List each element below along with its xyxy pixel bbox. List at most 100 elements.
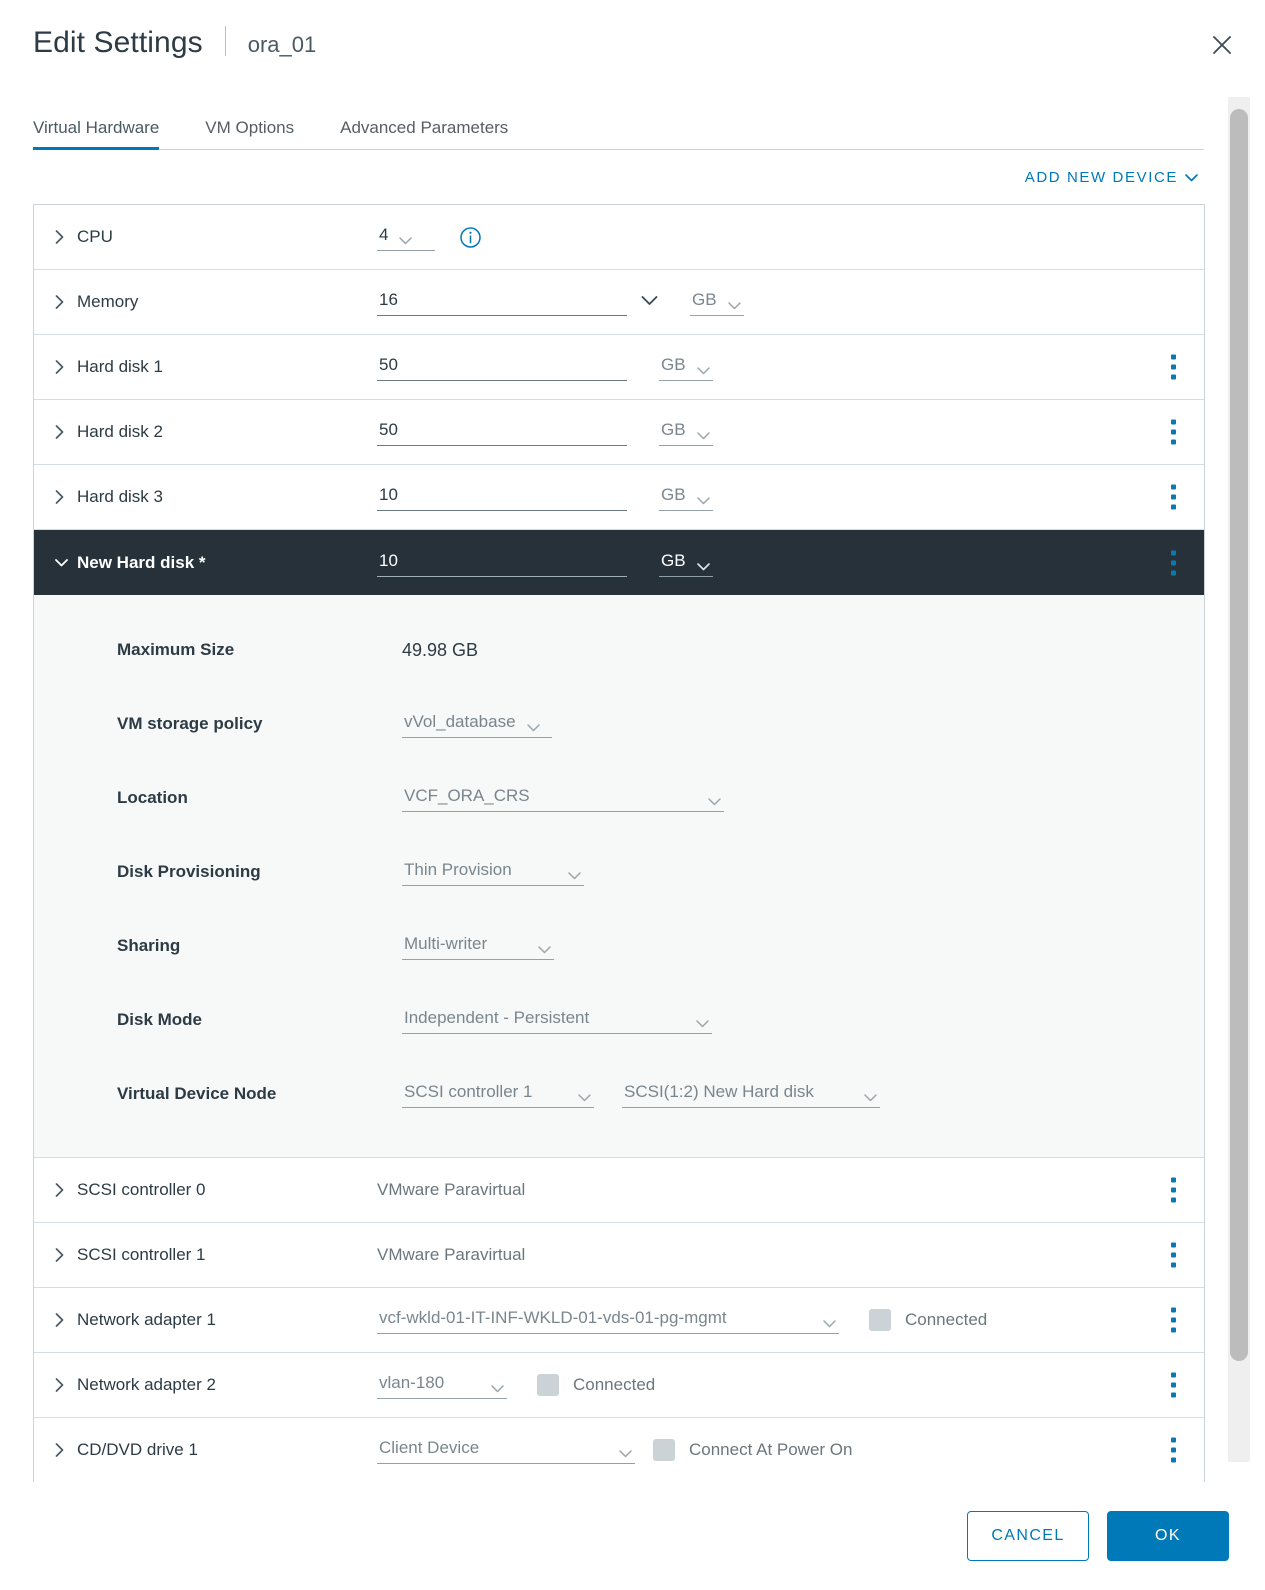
device-label-network-adapter-1: Network adapter 1	[55, 1310, 377, 1330]
dialog-scrollbar-thumb[interactable]	[1230, 109, 1248, 1361]
new-hard-disk-menu-icon[interactable]	[1165, 545, 1182, 580]
sharing-select[interactable]: Multi-writer	[402, 932, 554, 960]
new-hard-disk-unit-value: GB	[661, 550, 686, 570]
new-hard-disk-size-input[interactable]	[377, 548, 627, 577]
cancel-button[interactable]: CANCEL	[967, 1511, 1089, 1561]
virtual-device-node-controller-value: SCSI controller 1	[404, 1082, 533, 1101]
network-adapter-1-network-value: vcf-wkld-01-IT-INF-WKLD-01-vds-01-pg-mgm…	[379, 1308, 727, 1327]
cd-dvd-drive-1-device-select[interactable]: Client Device	[377, 1436, 635, 1464]
network-adapter-1-network-select[interactable]: vcf-wkld-01-IT-INF-WKLD-01-vds-01-pg-mgm…	[377, 1306, 839, 1334]
hard-disk-1-unit-value: GB	[661, 355, 686, 374]
disk-mode-value-wrap: Independent - Persistent	[402, 1006, 712, 1034]
device-row-hard-disk-3[interactable]: Hard disk 3 GB	[34, 465, 1204, 530]
device-row-cpu[interactable]: CPU 4	[34, 205, 1204, 270]
dialog-scrollbar-track[interactable]	[1228, 97, 1250, 1462]
scsi-controller-0-label-text: SCSI controller 0	[77, 1180, 206, 1199]
field-maximum-size: Maximum Size 49.98 GB	[34, 613, 1204, 687]
chevron-right-icon[interactable]	[55, 1378, 72, 1392]
device-label-scsi-controller-1: SCSI controller 1	[55, 1245, 377, 1265]
ok-button[interactable]: OK	[1107, 1511, 1229, 1561]
chevron-right-icon[interactable]	[55, 425, 72, 439]
sharing-value: Multi-writer	[404, 934, 488, 953]
device-row-new-hard-disk[interactable]: New Hard disk * GB	[34, 530, 1204, 595]
tab-vm-options[interactable]: VM Options	[205, 118, 294, 149]
vm-storage-policy-value-wrap: vVol_database	[402, 710, 552, 738]
vm-storage-policy-select[interactable]: vVol_database	[402, 710, 552, 738]
network-adapter-1-menu-icon[interactable]	[1165, 1303, 1182, 1338]
chevron-right-icon[interactable]	[55, 1183, 72, 1197]
tab-advanced-parameters[interactable]: Advanced Parameters	[340, 118, 508, 149]
virtual-device-node-controller-select[interactable]: SCSI controller 1	[402, 1080, 594, 1108]
new-hard-disk-unit-select[interactable]: GB	[659, 549, 713, 577]
device-row-hard-disk-2[interactable]: Hard disk 2 GB	[34, 400, 1204, 465]
chevron-down-icon	[531, 945, 554, 959]
chevron-right-icon[interactable]	[55, 490, 72, 504]
cd-dvd-drive-1-menu-icon[interactable]	[1165, 1433, 1182, 1468]
cd-dvd-drive-1-connect-checkbox[interactable]	[653, 1439, 675, 1461]
field-virtual-device-node: Virtual Device Node SCSI controller 1 SC…	[34, 1057, 1204, 1131]
maximum-size-label: Maximum Size	[117, 640, 235, 659]
close-icon[interactable]	[1203, 26, 1241, 64]
cpu-count-value: 4	[379, 225, 389, 244]
chevron-down-icon	[690, 562, 713, 576]
device-row-network-adapter-1[interactable]: Network adapter 1 vcf-wkld-01-IT-INF-WKL…	[34, 1288, 1204, 1353]
memory-unit-select[interactable]: GB	[690, 288, 744, 316]
hard-disk-2-unit-select[interactable]: GB	[659, 418, 713, 446]
hard-disk-1-unit-select[interactable]: GB	[659, 353, 713, 381]
location-select[interactable]: VCF_ORA_CRS	[402, 784, 724, 812]
info-icon[interactable]	[459, 226, 482, 249]
device-row-memory[interactable]: Memory GB	[34, 270, 1204, 335]
network-adapter-2-connected-checkbox[interactable]	[537, 1374, 559, 1396]
chevron-down-icon	[392, 236, 415, 250]
hard-disk-2-size-input[interactable]	[377, 418, 627, 446]
chevron-down-icon	[690, 366, 713, 380]
hard-disk-1-menu-icon[interactable]	[1165, 350, 1182, 385]
location-value: VCF_ORA_CRS	[404, 786, 530, 805]
cpu-count-select[interactable]: 4	[377, 223, 435, 251]
title-separator	[224, 26, 226, 56]
hard-disk-2-label-text: Hard disk 2	[77, 422, 163, 441]
add-new-device-button[interactable]: ADD NEW DEVICE	[1019, 168, 1204, 187]
field-disk-provisioning: Disk Provisioning Thin Provision	[34, 835, 1204, 909]
scsi-controller-1-menu-icon[interactable]	[1165, 1238, 1182, 1273]
device-row-scsi-controller-1[interactable]: SCSI controller 1 VMware Paravirtual	[34, 1223, 1204, 1288]
hard-disk-2-menu-icon[interactable]	[1165, 415, 1182, 450]
chevron-right-icon[interactable]	[55, 360, 72, 374]
disk-provisioning-label: Disk Provisioning	[117, 862, 261, 881]
chevron-right-icon[interactable]	[55, 295, 72, 309]
device-row-cd-dvd-drive-1[interactable]: CD/DVD drive 1 Client Device Connect At …	[34, 1418, 1204, 1483]
new-hard-disk-label-text: New Hard disk *	[77, 552, 206, 572]
device-label-memory: Memory	[55, 292, 377, 312]
chevron-right-icon[interactable]	[55, 230, 72, 244]
disk-mode-select[interactable]: Independent - Persistent	[402, 1006, 712, 1034]
field-location: Location VCF_ORA_CRS	[34, 761, 1204, 835]
cd-dvd-drive-1-device-value: Client Device	[379, 1438, 480, 1457]
chevron-right-icon[interactable]	[55, 1443, 72, 1457]
network-adapter-2-menu-icon[interactable]	[1165, 1368, 1182, 1403]
network-adapter-2-label-text: Network adapter 2	[77, 1375, 216, 1394]
hard-disk-3-menu-icon[interactable]	[1165, 480, 1182, 515]
chevron-right-icon[interactable]	[55, 1248, 72, 1262]
cd-dvd-drive-1-connect-group: Connect At Power On	[653, 1439, 852, 1461]
device-row-scsi-controller-0[interactable]: SCSI controller 0 VMware Paravirtual	[34, 1158, 1204, 1223]
device-row-network-adapter-2[interactable]: Network adapter 2 vlan-180 Connected	[34, 1353, 1204, 1418]
chevron-right-icon[interactable]	[55, 1313, 72, 1327]
hard-disk-3-label-text: Hard disk 3	[77, 487, 163, 506]
chevron-down-icon[interactable]	[641, 295, 658, 310]
field-vm-storage-policy: VM storage policy vVol_database	[34, 687, 1204, 761]
chevron-down-icon[interactable]	[55, 558, 72, 567]
hard-disk-1-size-input[interactable]	[377, 353, 627, 381]
device-label-network-adapter-2: Network adapter 2	[55, 1375, 377, 1395]
device-row-hard-disk-1[interactable]: Hard disk 1 GB	[34, 335, 1204, 400]
network-adapter-2-network-select[interactable]: vlan-180	[377, 1371, 507, 1399]
disk-provisioning-value: Thin Provision	[404, 860, 512, 879]
hard-disk-3-size-input[interactable]	[377, 483, 627, 511]
disk-provisioning-select[interactable]: Thin Provision	[402, 858, 584, 886]
hard-disk-3-unit-select[interactable]: GB	[659, 483, 713, 511]
network-adapter-1-label-text: Network adapter 1	[77, 1310, 216, 1329]
memory-size-input[interactable]	[377, 288, 627, 316]
tab-virtual-hardware[interactable]: Virtual Hardware	[33, 118, 160, 150]
scsi-controller-0-menu-icon[interactable]	[1165, 1173, 1182, 1208]
network-adapter-1-connected-checkbox[interactable]	[869, 1309, 891, 1331]
virtual-device-node-unit-select[interactable]: SCSI(1:2) New Hard disk	[622, 1080, 880, 1108]
